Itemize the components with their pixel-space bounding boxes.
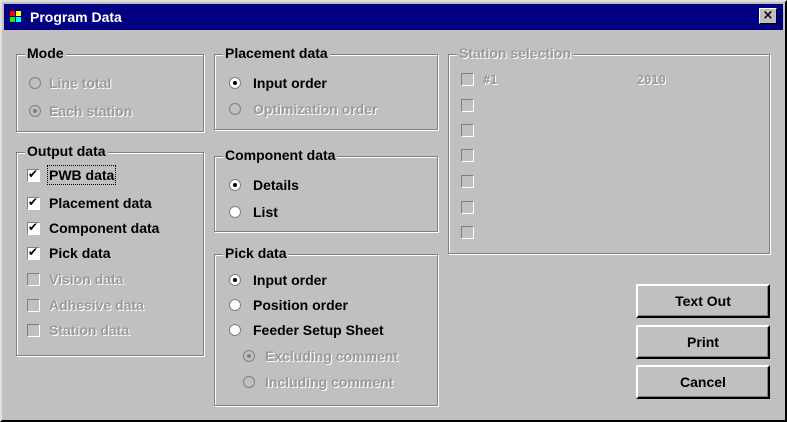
cancel-button[interactable]: Cancel (636, 365, 770, 399)
excluding-comment-label: Excluding comment (265, 348, 399, 364)
title-bar: Program Data × (4, 4, 783, 30)
pick-feeder-setup-sheet-radio[interactable] (229, 324, 241, 336)
close-icon: × (762, 8, 774, 23)
station-3-checkbox[interactable] (461, 124, 474, 137)
pick-input-order-radio[interactable] (229, 274, 241, 286)
program-data-dialog: Program Data × Mode Line total Each stat… (0, 0, 787, 422)
output-data-group-title: Output data (25, 143, 108, 159)
component-details-label: Details (253, 177, 299, 193)
pwb-data-checkbox[interactable]: ✔ (27, 167, 40, 182)
placement-input-order-radio[interactable] (229, 77, 241, 89)
component-data-label: Component data (49, 220, 160, 236)
placement-optimization-order-radio[interactable] (229, 103, 241, 115)
placement-data-checkbox[interactable]: ✔ (27, 195, 40, 210)
pick-position-order-radio[interactable] (229, 299, 241, 311)
pick-data-group: Pick data Input order Position order Fee… (214, 245, 438, 406)
component-list-radio[interactable] (229, 206, 241, 218)
mode-line-total-radio[interactable] (29, 77, 41, 89)
station-1-value: 2010 (637, 73, 666, 87)
component-details-radio[interactable] (229, 179, 241, 191)
component-data-checkbox[interactable]: ✔ (27, 220, 40, 235)
output-data-group: Output data ✔ PWB data ✔ Placement data … (16, 143, 204, 356)
mode-group: Mode Line total Each station (16, 45, 204, 132)
mode-group-title: Mode (25, 45, 66, 61)
pick-feeder-setup-sheet-label: Feeder Setup Sheet (253, 322, 384, 338)
station-2-checkbox[interactable] (461, 99, 474, 112)
excluding-comment-radio[interactable] (243, 350, 255, 362)
component-data-group-title: Component data (223, 147, 338, 163)
station-7-checkbox[interactable] (461, 226, 474, 239)
program-data-icon (10, 11, 21, 22)
station-1-checkbox[interactable] (461, 73, 474, 86)
station-selection-group: Station selection #1 2010 (448, 45, 770, 254)
component-list-label: List (253, 204, 278, 220)
placement-data-group-title: Placement data (223, 45, 330, 61)
pick-input-order-label: Input order (253, 272, 327, 288)
pwb-data-label: PWB data (46, 165, 117, 185)
station-1-number: #1 (483, 73, 498, 87)
pick-data-label: Pick data (49, 245, 111, 261)
station-data-checkbox[interactable] (27, 324, 40, 337)
station-4-checkbox[interactable] (461, 149, 474, 162)
station-selection-group-title: Station selection (457, 45, 574, 61)
print-button[interactable]: Print (636, 325, 770, 359)
placement-data-label: Placement data (49, 195, 152, 211)
placement-optimization-order-label: Optimization order (253, 101, 378, 117)
pick-data-group-title: Pick data (223, 245, 289, 261)
close-button[interactable]: × (759, 8, 777, 24)
station-data-label: Station data (49, 322, 130, 338)
mode-each-station-label: Each station (49, 103, 133, 119)
mode-each-station-radio[interactable] (29, 105, 41, 117)
adhesive-data-checkbox[interactable] (27, 299, 40, 312)
component-data-group: Component data Details List (214, 147, 438, 232)
including-comment-radio[interactable] (243, 376, 255, 388)
pick-data-checkbox[interactable]: ✔ (27, 245, 40, 260)
placement-input-order-label: Input order (253, 75, 327, 91)
station-6-checkbox[interactable] (461, 201, 474, 214)
vision-data-checkbox[interactable] (27, 273, 40, 286)
text-out-button[interactable]: Text Out (636, 284, 770, 318)
pick-position-order-label: Position order (253, 297, 348, 313)
placement-data-group: Placement data Input order Optimization … (214, 45, 438, 130)
vision-data-label: Vision data (49, 271, 124, 287)
adhesive-data-label: Adhesive data (49, 297, 144, 313)
including-comment-label: Including comment (265, 374, 394, 390)
station-5-checkbox[interactable] (461, 175, 474, 188)
mode-line-total-label: Line total (49, 75, 112, 91)
window-title: Program Data (30, 9, 122, 25)
